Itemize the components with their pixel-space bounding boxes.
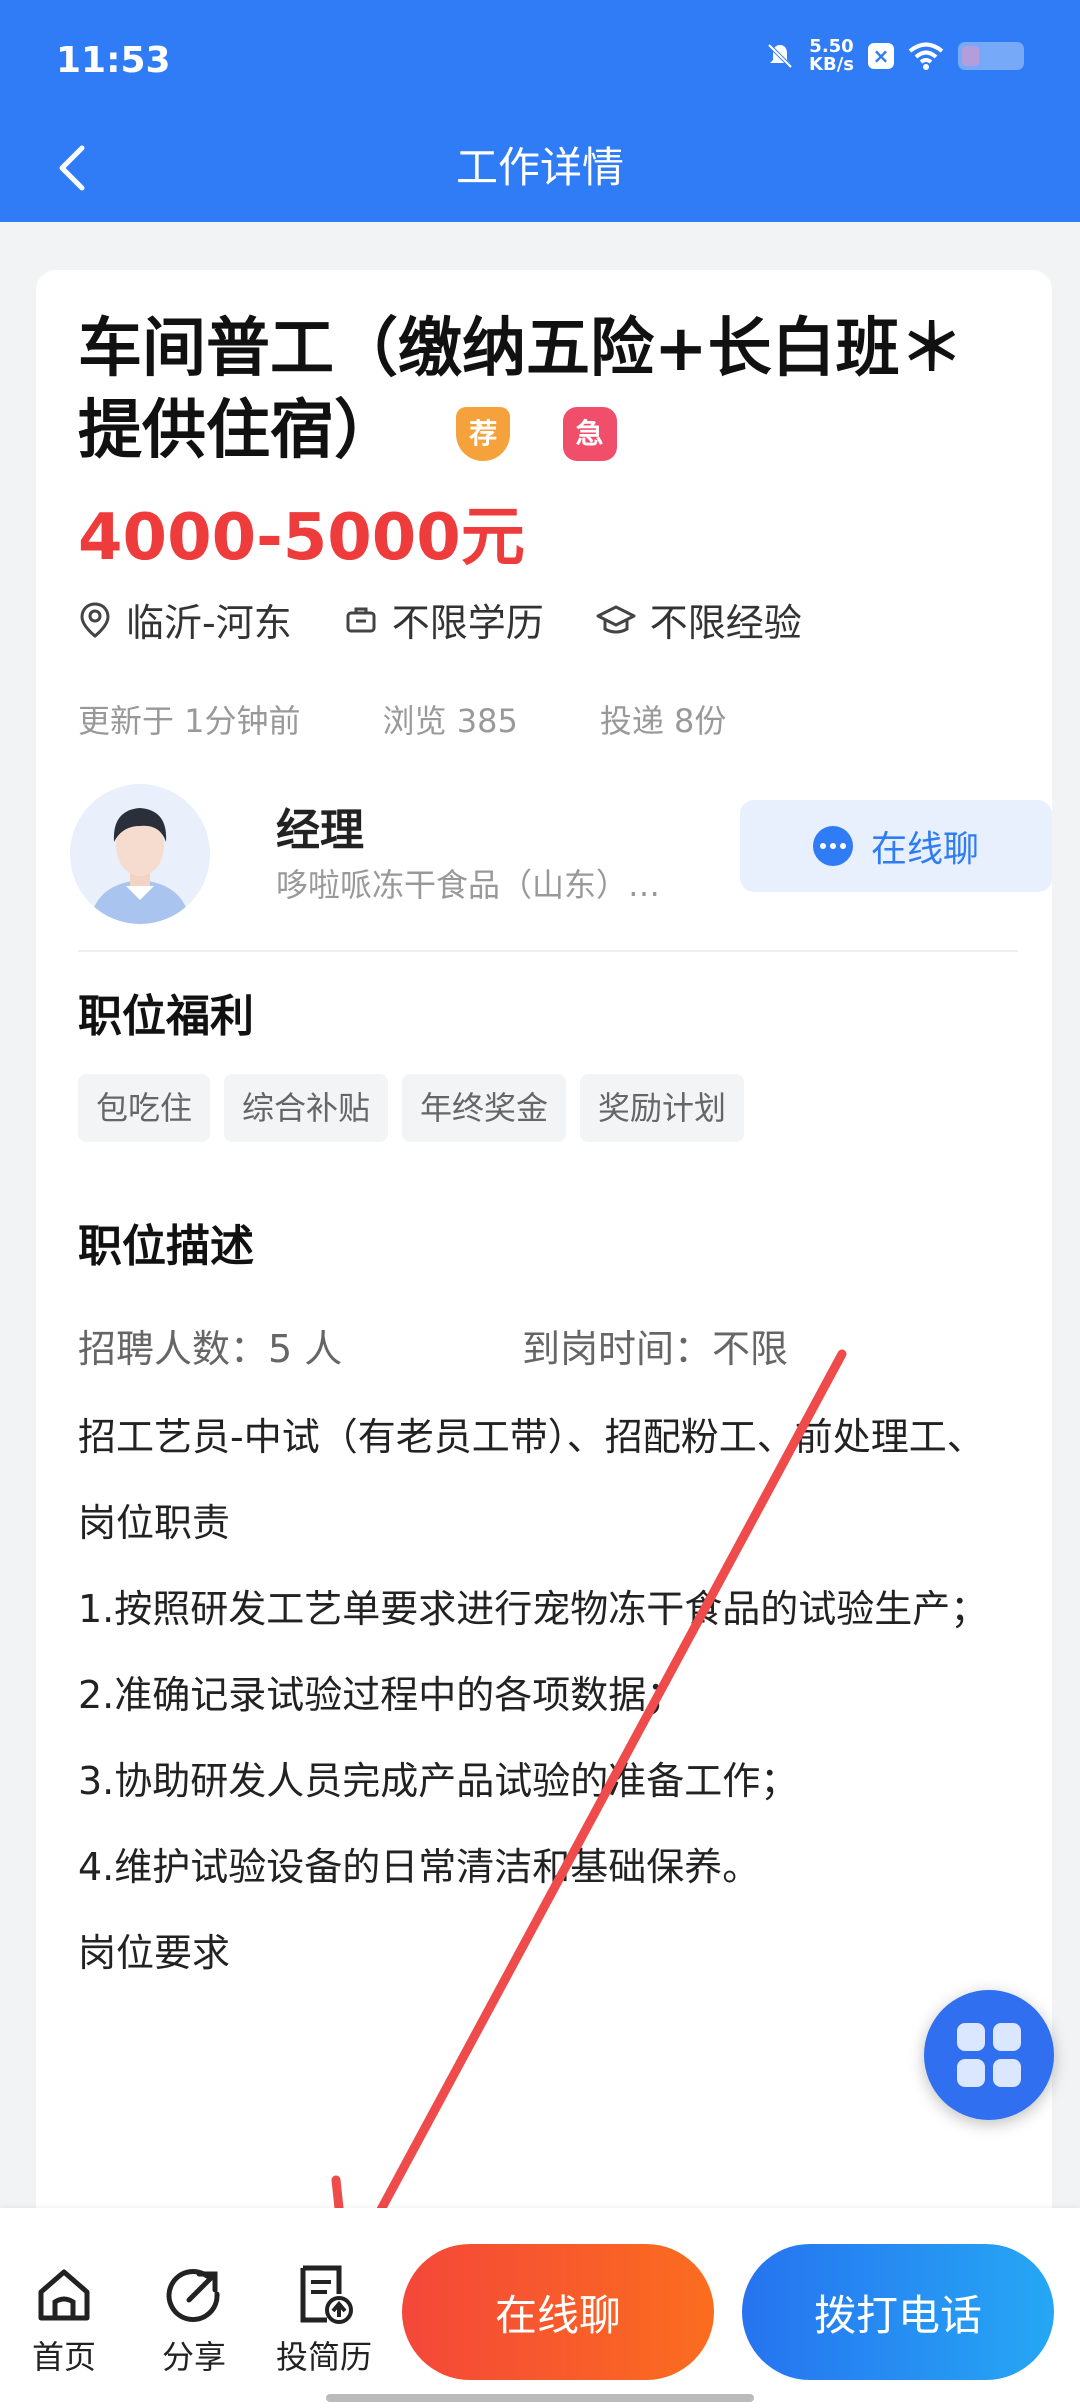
headcount: 招聘人数：5 人	[78, 1327, 343, 1371]
home-icon	[38, 2269, 90, 2321]
benefits-title: 职位福利	[78, 991, 254, 1042]
description-line: 1.按照研发工艺单要求进行宠物冻干食品的试验生产；	[78, 1587, 989, 1631]
submit-resume-tab[interactable]: 投简历	[264, 2264, 384, 2378]
job-requirements: 临沂-河东 不限学历 不限经验	[78, 592, 854, 647]
description-line: 招工艺员-中试（有老员工带）、招配粉工、前处理工、	[78, 1415, 985, 1459]
battery-level	[962, 46, 979, 66]
benefit-tag: 综合补贴	[224, 1074, 389, 1142]
status-icons: 5.50 KB/s ×	[765, 38, 1024, 74]
urgent-badge: 急	[562, 407, 617, 462]
start-time: 到岗时间：不限	[522, 1327, 789, 1371]
graduation-cap-icon	[596, 605, 636, 633]
location-text: 临沂-河东	[126, 601, 292, 645]
description-line: 2.准确记录试验过程中的各项数据；	[78, 1673, 685, 1717]
benefit-tags: 包吃住 综合补贴 年终奖金 奖励计划	[78, 1074, 745, 1142]
description-title: 职位描述	[78, 1221, 254, 1272]
share-tab[interactable]: 分享	[134, 2264, 254, 2378]
bottom-action-bar: 首页 分享 投简历 在线聊 拨打电话	[0, 2208, 1080, 2408]
job-title: 车间普工（缴纳五险+长白班＊提供住宿） 荐 急	[78, 308, 1018, 472]
benefit-tag: 包吃住	[78, 1074, 211, 1142]
floating-menu-button[interactable]	[924, 1990, 1054, 2120]
avatar[interactable]	[70, 784, 210, 924]
job-title-text: 车间普工（缴纳五险+长白班＊提供住宿）	[78, 312, 964, 468]
chat-bubble-icon	[812, 826, 853, 866]
experience-text: 不限经验	[649, 601, 802, 645]
job-description: 招工艺员-中试（有老员工带）、招配粉工、前处理工、 岗位职责 1.按照研发工艺单…	[78, 1394, 1018, 1996]
company-name[interactable]: 哆啦哌冻干食品（山东）…	[276, 860, 660, 906]
resume-upload-icon	[300, 2265, 353, 2324]
view-count: 浏览 385	[382, 702, 518, 740]
job-stats: 更新于 1分钟前 浏览 385 投递 8份	[78, 696, 808, 742]
benefit-tag: 年终奖金	[402, 1074, 567, 1142]
job-detail-card: 车间普工（缴纳五险+长白班＊提供住宿） 荐 急 4000-5000元 临沂-河东…	[36, 270, 1052, 2230]
resume-label: 投简历	[275, 2338, 372, 2376]
briefcase-icon	[346, 607, 376, 632]
education-info: 不限学历	[344, 592, 544, 647]
call-phone-button[interactable]: 拨打电话	[742, 2244, 1054, 2380]
nav-bar: 工作详情	[0, 120, 1080, 222]
updated-time: 更新于 1分钟前	[78, 702, 301, 740]
mute-bell-icon	[767, 43, 793, 69]
home-tab[interactable]: 首页	[4, 2264, 124, 2378]
person-avatar-icon	[70, 784, 210, 924]
status-bar: 11:53 5.50 KB/s ×	[0, 0, 1080, 120]
location-info: 临沂-河东	[78, 592, 292, 647]
speed-unit: KB/s	[809, 54, 854, 75]
share-label: 分享	[161, 2338, 226, 2376]
home-indicator	[326, 2394, 754, 2402]
recruiter-name: 经理	[276, 805, 364, 856]
network-speed: 5.50 KB/s	[809, 38, 854, 74]
app-notification-icon: ×	[868, 43, 894, 69]
online-chat-button[interactable]: 在线聊	[740, 800, 1052, 892]
benefit-tag: 奖励计划	[580, 1074, 745, 1142]
share-icon	[166, 2269, 220, 2322]
grid-icon	[957, 2023, 985, 2051]
battery-icon	[958, 42, 1024, 70]
description-line: 岗位职责	[78, 1501, 231, 1545]
wifi-icon	[908, 42, 944, 70]
divider	[78, 950, 1018, 952]
hiring-meta: 招聘人数：5 人 到岗时间：不限	[78, 1318, 788, 1373]
description-line: 4.维护试验设备的日常清洁和基础保养。	[78, 1845, 761, 1889]
education-text: 不限学历	[391, 601, 544, 645]
app-header: 11:53 5.50 KB/s × 工作详情	[0, 0, 1080, 222]
salary: 4000-5000元	[78, 501, 525, 575]
online-chat-label: 在线聊	[870, 829, 979, 870]
location-pin-icon	[80, 601, 110, 638]
recommended-badge: 荐	[456, 407, 511, 462]
page-title: 工作详情	[455, 143, 624, 192]
description-line: 岗位要求	[78, 1931, 231, 1975]
home-label: 首页	[31, 2338, 96, 2376]
status-time: 11:53	[56, 40, 171, 81]
recruiter-info: 经理 哆啦哌冻干食品（山东）… 在线聊	[70, 778, 1052, 928]
experience-info: 不限经验	[596, 592, 802, 647]
description-line: 3.协助研发人员完成产品试验的准备工作；	[78, 1759, 799, 1803]
online-chat-bottom-button[interactable]: 在线聊	[402, 2244, 714, 2380]
application-count: 投递 8份	[599, 702, 727, 740]
